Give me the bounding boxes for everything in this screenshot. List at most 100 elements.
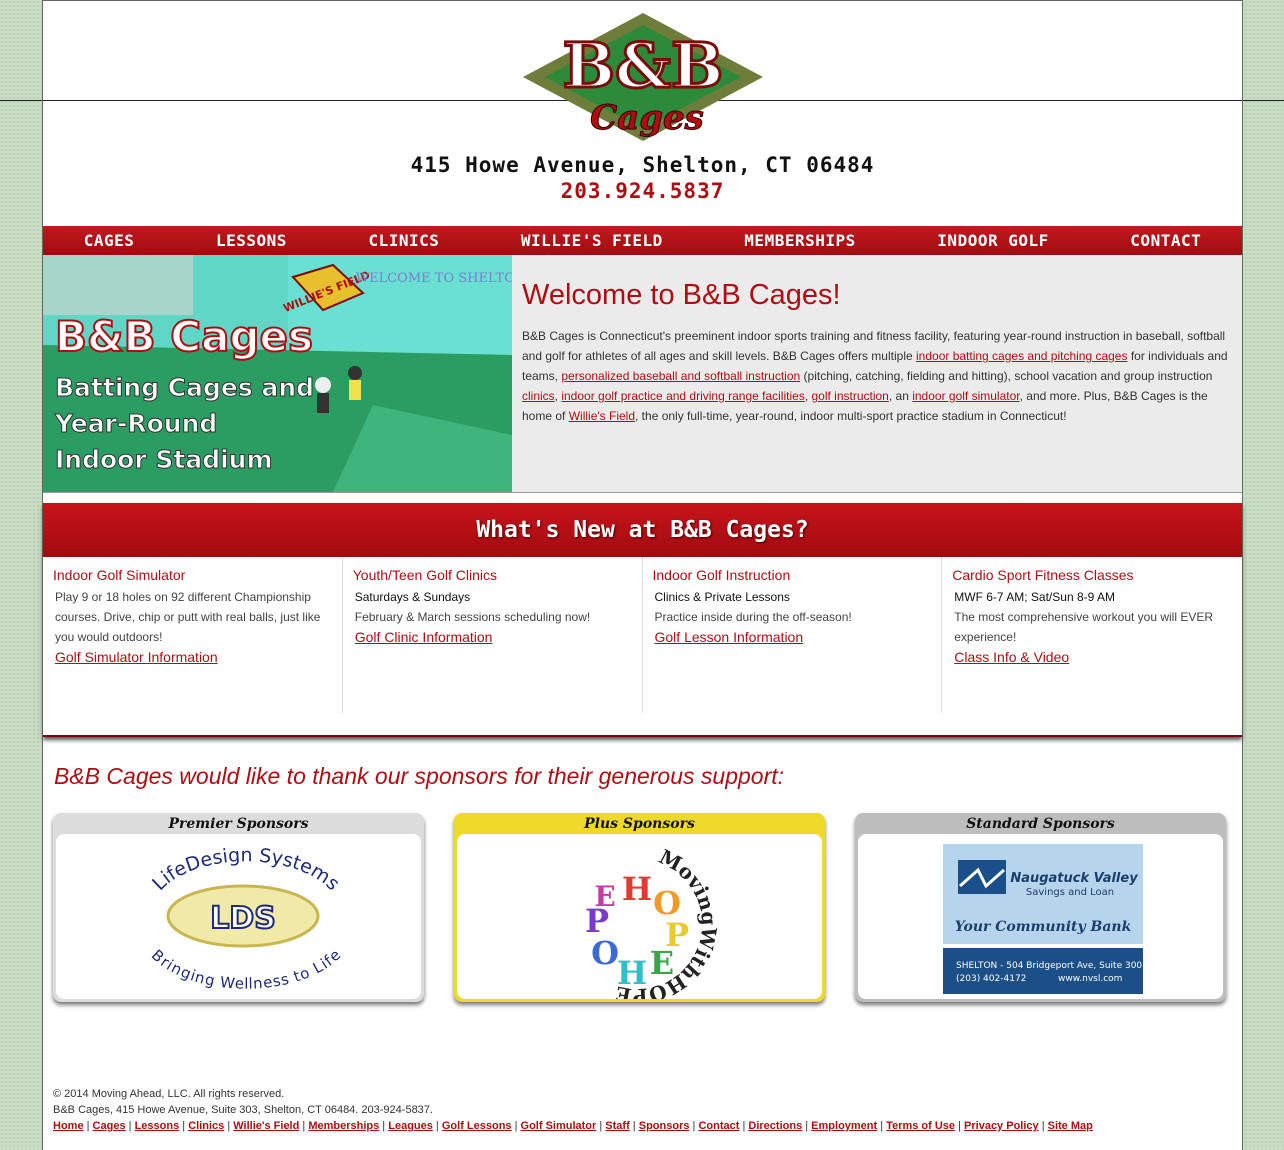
banner-line-3: Indoor Stadium	[55, 445, 273, 474]
footer-link-sitemap[interactable]: Site Map	[1048, 1120, 1093, 1132]
logo-cages-text: Cages	[590, 98, 704, 138]
news-item-link[interactable]: Golf Clinic Information	[355, 629, 642, 645]
news-item-subtitle: Saturdays & Sundays	[354, 590, 471, 604]
news-item-title: Youth/Teen Golf Clinics	[352, 567, 497, 583]
footer-link-golf-simulator[interactable]: Golf Simulator	[521, 1120, 597, 1132]
moving-with-hope-logo[interactable]: MovingWithHOPE H O P E H O P E	[457, 834, 822, 1008]
hope-letter-h2: H	[617, 954, 647, 992]
whats-new-title: What's New at B&B Cages?	[476, 517, 809, 543]
nvsl-tagline: Your Community Bank	[955, 919, 1132, 935]
premier-sponsors-label: Premier Sponsors	[168, 816, 309, 832]
link-batting-cages[interactable]: indoor batting cages and pitching cages	[916, 349, 1127, 363]
news-item-subtitle: MWF 6-7 AM; Sat/Sun 8-9 AM	[954, 590, 1115, 604]
link-clinics[interactable]: clinics	[522, 389, 555, 403]
footer-link-sponsors[interactable]: Sponsors	[639, 1120, 690, 1132]
link-instruction[interactable]: personalized baseball and softball instr…	[561, 369, 800, 383]
hope-letter-e: E	[650, 944, 674, 982]
whats-new-section: What's New at B&B Cages? Indoor Golf Sim…	[43, 503, 1242, 737]
footer-address: B&B Cages, 415 Howe Avenue, Suite 303, S…	[53, 1104, 433, 1116]
footer-link-staff[interactable]: Staff	[605, 1120, 629, 1132]
bb-cages-logo[interactable]: B&B Cages	[521, 11, 765, 145]
link-golf-simulator[interactable]: indoor golf simulator	[912, 389, 1019, 403]
nvsl-phone: (203) 402-4172	[956, 974, 1026, 984]
hope-letter-e2: E	[594, 880, 615, 913]
nav-indoor-golf[interactable]: INDOOR GOLF	[937, 231, 1048, 250]
news-item-link[interactable]: Golf Simulator Information	[55, 649, 342, 665]
welcome-heading: Welcome to B&B Cages!	[522, 279, 841, 311]
page-container: B&B Cages 415 Howe Avenue, Shelton, CT 0…	[42, 0, 1243, 1150]
lifedesign-systems-logo[interactable]: LifeDesign Systems LDS Bringing Wellness…	[56, 834, 421, 999]
standard-sponsors-box: Standard Sponsors Naugatuck Valley Savin…	[855, 813, 1226, 1002]
main-nav: CAGES LESSONS CLINICS WILLIE'S FIELD MEM…	[43, 226, 1242, 255]
nvsl-name-2: Savings and Loan	[1026, 887, 1114, 898]
footer-link-terms[interactable]: Terms of Use	[886, 1120, 955, 1132]
news-item-text: February & March sessions scheduling now…	[354, 610, 591, 624]
welcome-text-8: , the only full-time, year-round, indoor…	[635, 409, 1067, 423]
nav-contact[interactable]: CONTACT	[1130, 231, 1201, 250]
nvsl-name-1: Naugatuck Valley	[1010, 871, 1138, 886]
standard-sponsors-label: Standard Sponsors	[966, 816, 1115, 832]
banner-line-1: Batting Cages and	[55, 373, 314, 402]
whats-new-header: What's New at B&B Cages?	[43, 503, 1242, 557]
nav-memberships[interactable]: MEMBERSHIPS	[744, 231, 855, 250]
nav-cages[interactable]: CAGES	[84, 231, 135, 250]
news-item-text: Practice inside during the off-season!	[654, 610, 852, 624]
footer-link-lessons[interactable]: Lessons	[135, 1120, 180, 1132]
plus-sponsors-label: Plus Sponsors	[584, 816, 695, 832]
footer-link-memberships[interactable]: Memberships	[308, 1120, 379, 1132]
news-item-subtitle: Clinics & Private Lessons	[654, 590, 790, 604]
footer-link-golf-lessons[interactable]: Golf Lessons	[442, 1120, 512, 1132]
premier-sponsors-box: Premier Sponsors LifeDesign Systems LDS …	[53, 813, 424, 1002]
sponsors-thanks: B&B Cages would like to thank our sponso…	[54, 763, 785, 789]
stadium-banner-image[interactable]: WILLIE'S FIELD WELCOME TO SHELTON B&B Ca…	[43, 255, 512, 492]
news-item: Cardio Sport Fitness Classes MWF 6-7 AM;…	[942, 557, 1242, 713]
footer-link-contact[interactable]: Contact	[698, 1120, 739, 1132]
news-item-text: The most comprehensive workout you will …	[954, 610, 1214, 644]
footer-link-clinics[interactable]: Clinics	[188, 1120, 224, 1132]
link-willies-field[interactable]: Willie's Field	[569, 409, 635, 423]
plus-sponsors-box: Plus Sponsors MovingWithHOPE H O P E H O…	[454, 813, 825, 1008]
welcome-paragraph: B&B Cages is Connecticut's preeminent in…	[522, 326, 1228, 426]
footer: © 2014 Moving Ahead, LLC. All rights res…	[53, 1086, 1093, 1134]
welcome-sign-text: WELCOME TO SHELTON	[356, 271, 512, 286]
link-golf-practice[interactable]: indoor golf practice and driving range f…	[561, 389, 804, 403]
welcome-text-6: , an	[888, 389, 913, 403]
nav-lessons[interactable]: LESSONS	[216, 231, 287, 250]
footer-link-willies-field[interactable]: Willie's Field	[233, 1120, 299, 1132]
svg-text:Bringing Wellness to Life: Bringing Wellness to Life	[148, 946, 344, 993]
lds-mid-text: LDS	[210, 901, 276, 936]
news-item-title: Indoor Golf Simulator	[53, 567, 186, 583]
footer-link-employment[interactable]: Employment	[811, 1120, 877, 1132]
banner-line-2: Year-Round	[54, 409, 217, 438]
welcome-text-3: (pitching, catching, fielding and hittin…	[800, 369, 1213, 383]
hope-letter-h: H	[622, 870, 652, 908]
welcome-text: Welcome to B&B Cages! B&B Cages is Conne…	[522, 279, 1228, 426]
nvsl-web: www.nvsl.com	[1058, 974, 1122, 984]
nav-willies-field[interactable]: WILLIE'S FIELD	[521, 231, 663, 250]
footer-link-cages[interactable]: Cages	[93, 1120, 126, 1132]
link-golf-instruction[interactable]: golf instruction	[811, 389, 888, 403]
nav-clinics[interactable]: CLINICS	[368, 231, 439, 250]
footer-link-directions[interactable]: Directions	[748, 1120, 802, 1132]
news-item-title: Indoor Golf Instruction	[652, 567, 791, 583]
phone-number[interactable]: 203.924.5837	[43, 179, 1242, 203]
footer-copyright: © 2014 Moving Ahead, LLC. All rights res…	[53, 1088, 285, 1100]
address: 415 Howe Avenue, Shelton, CT 06484	[410, 153, 875, 177]
news-item: Indoor Golf Instruction Clinics & Privat…	[643, 557, 943, 713]
nvsl-address: SHELTON - 504 Bridgeport Ave, Suite 300	[956, 961, 1142, 971]
naugatuck-valley-logo[interactable]: Naugatuck Valley Savings and Loan Your C…	[858, 834, 1223, 999]
news-item: Indoor Golf Simulator Play 9 or 18 holes…	[43, 557, 343, 713]
hero-section: WILLIE'S FIELD WELCOME TO SHELTON B&B Ca…	[43, 255, 1242, 493]
banner-title: B&B Cages	[55, 312, 313, 361]
footer-link-leagues[interactable]: Leagues	[388, 1120, 433, 1132]
news-item-text: Play 9 or 18 holes on 92 different Champ…	[55, 590, 321, 644]
news-item-link[interactable]: Class Info & Video	[954, 649, 1242, 665]
footer-link-home[interactable]: Home	[53, 1120, 84, 1132]
footer-link-privacy[interactable]: Privacy Policy	[964, 1120, 1039, 1132]
news-item-link[interactable]: Golf Lesson Information	[655, 629, 942, 645]
logo-bb-text: B&B	[563, 29, 724, 102]
footer-links: Home | Cages | Lessons | Clinics | Willi…	[53, 1120, 1093, 1132]
news-item: Youth/Teen Golf Clinics Saturdays & Sund…	[343, 557, 643, 713]
news-item-title: Cardio Sport Fitness Classes	[952, 567, 1134, 583]
lds-bottom-text: Bringing Wellness to Life	[148, 946, 344, 993]
